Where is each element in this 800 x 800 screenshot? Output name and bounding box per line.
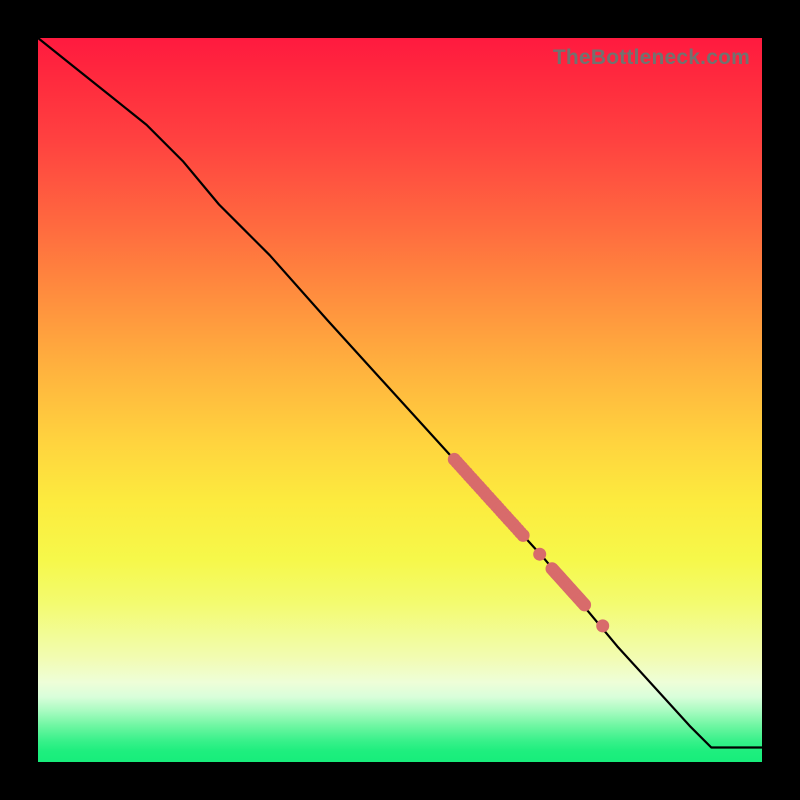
data-point	[596, 619, 609, 632]
chart-overlay	[38, 38, 762, 762]
data-point	[517, 529, 530, 542]
data-point	[533, 548, 546, 561]
bottleneck-curve	[38, 38, 762, 748]
chart-frame: TheBottleneck.com	[0, 0, 800, 800]
data-point	[578, 598, 591, 611]
plot-area: TheBottleneck.com	[38, 38, 762, 762]
